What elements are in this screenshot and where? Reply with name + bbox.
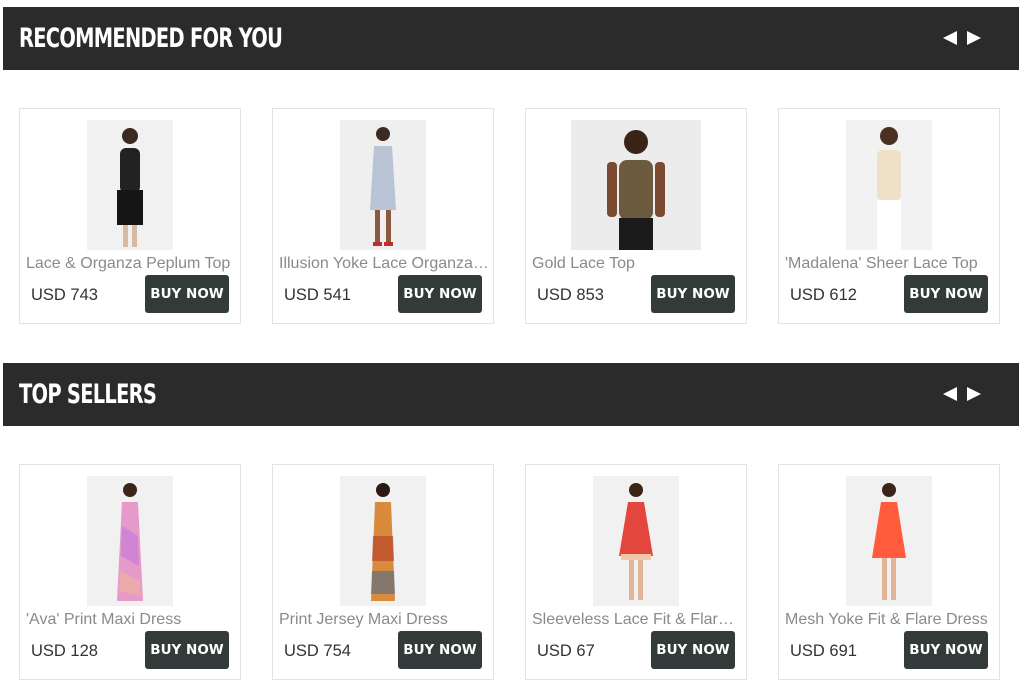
product-name[interactable]: Sleeveless Lace Fit & Flare Dress	[532, 611, 742, 629]
product-card[interactable]: 'Madalena' Sheer Lace Top USD 612 BUY NO…	[778, 108, 1000, 324]
product-name[interactable]: Print Jersey Maxi Dress	[279, 611, 489, 629]
product-image[interactable]	[846, 120, 932, 250]
product-card[interactable]: Gold Lace Top USD 853 BUY NOW	[525, 108, 747, 324]
product-price: USD 612	[790, 286, 857, 304]
buy-now-button[interactable]: BUY NOW	[651, 275, 735, 313]
product-image[interactable]	[87, 120, 173, 250]
product-card[interactable]: 'Ava' Print Maxi Dress USD 128 BUY NOW	[19, 464, 241, 680]
section-title: TOP SELLERS	[19, 379, 157, 410]
product-card[interactable]: Mesh Yoke Fit & Flare Dress USD 691 BUY …	[778, 464, 1000, 680]
next-arrow-icon[interactable]	[967, 387, 981, 401]
product-card[interactable]: Illusion Yoke Lace Organza Dress USD 541…	[272, 108, 494, 324]
product-card[interactable]: Print Jersey Maxi Dress USD 754 BUY NOW	[272, 464, 494, 680]
product-card[interactable]: Sleeveless Lace Fit & Flare Dress USD 67…	[525, 464, 747, 680]
product-name[interactable]: 'Ava' Print Maxi Dress	[26, 611, 236, 629]
product-name[interactable]: Illusion Yoke Lace Organza Dress	[279, 255, 489, 273]
buy-now-button[interactable]: BUY NOW	[904, 631, 988, 669]
buy-now-button[interactable]: BUY NOW	[145, 631, 229, 669]
buy-now-button[interactable]: BUY NOW	[398, 275, 482, 313]
product-image[interactable]	[593, 476, 679, 606]
product-price: USD 128	[31, 642, 98, 660]
buy-now-button[interactable]: BUY NOW	[651, 631, 735, 669]
product-name[interactable]: Mesh Yoke Fit & Flare Dress	[785, 611, 995, 629]
buy-now-button[interactable]: BUY NOW	[145, 275, 229, 313]
product-price: USD 67	[537, 642, 595, 660]
next-arrow-icon[interactable]	[967, 31, 981, 45]
prev-arrow-icon[interactable]	[943, 387, 957, 401]
carousel-nav	[943, 387, 981, 401]
product-price: USD 743	[31, 286, 98, 304]
product-name[interactable]: 'Madalena' Sheer Lace Top	[785, 255, 995, 273]
top-sellers-header: TOP SELLERS	[3, 363, 1019, 426]
product-card[interactable]: Lace & Organza Peplum Top USD 743 BUY NO…	[19, 108, 241, 324]
product-price: USD 853	[537, 286, 604, 304]
product-image[interactable]	[87, 476, 173, 606]
product-price: USD 754	[284, 642, 351, 660]
product-image[interactable]	[571, 120, 701, 250]
carousel-nav	[943, 31, 981, 45]
product-image[interactable]	[340, 120, 426, 250]
product-image[interactable]	[340, 476, 426, 606]
buy-now-button[interactable]: BUY NOW	[398, 631, 482, 669]
prev-arrow-icon[interactable]	[943, 31, 957, 45]
product-name[interactable]: Gold Lace Top	[532, 255, 742, 273]
product-price: USD 541	[284, 286, 351, 304]
section-title: RECOMMENDED FOR YOU	[19, 23, 283, 54]
product-price: USD 691	[790, 642, 857, 660]
product-image[interactable]	[846, 476, 932, 606]
recommended-header: RECOMMENDED FOR YOU	[3, 7, 1019, 70]
buy-now-button[interactable]: BUY NOW	[904, 275, 988, 313]
product-name[interactable]: Lace & Organza Peplum Top	[26, 255, 236, 273]
